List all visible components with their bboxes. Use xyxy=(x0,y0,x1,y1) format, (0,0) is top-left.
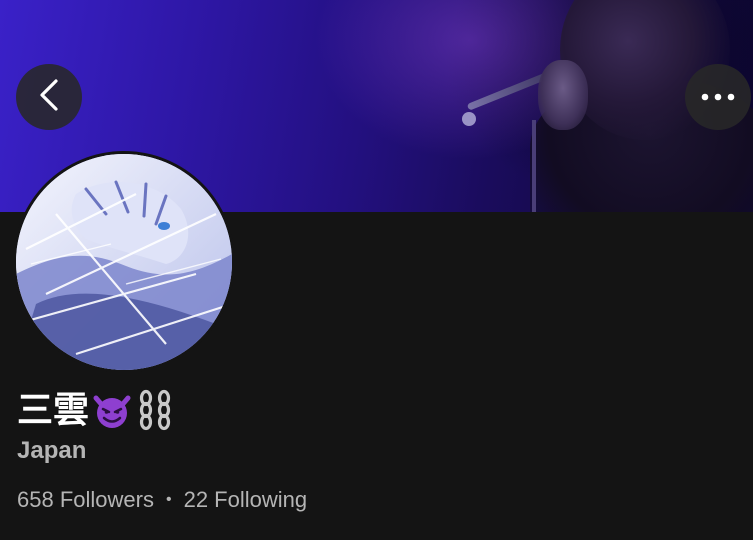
followers-label: Followers xyxy=(59,487,154,512)
display-name-text: 三雲 xyxy=(17,389,90,430)
following-link[interactable]: 22 Following xyxy=(184,485,308,515)
followers-link[interactable]: 658 Followers xyxy=(17,485,154,515)
smiling-devil-emoji-icon xyxy=(91,390,133,430)
chevron-left-icon xyxy=(38,78,60,117)
profile-avatar[interactable] xyxy=(16,154,232,370)
banner-microphone-head xyxy=(462,112,476,126)
following-label: Following xyxy=(214,487,308,512)
profile-screen: 三雲 Japan 658 Followers • 22 Following xyxy=(0,0,753,540)
banner-mic-stand xyxy=(532,120,536,212)
more-horizontal-icon xyxy=(701,88,735,106)
chains-emoji-icon xyxy=(135,389,175,431)
more-options-button[interactable] xyxy=(685,64,751,130)
stats-separator: • xyxy=(165,491,172,508)
banner-figure-hand xyxy=(538,60,588,130)
back-button[interactable] xyxy=(16,64,82,130)
profile-display-name: 三雲 xyxy=(17,388,175,432)
followers-count: 658 xyxy=(17,487,60,512)
profile-location: Japan xyxy=(17,437,87,464)
follow-stats: 658 Followers • 22 Following xyxy=(17,485,307,515)
following-count: 22 xyxy=(183,487,215,512)
